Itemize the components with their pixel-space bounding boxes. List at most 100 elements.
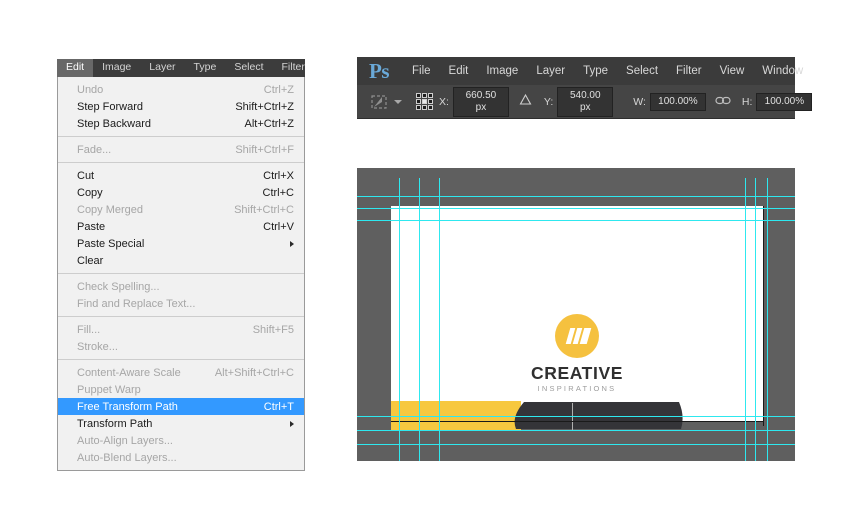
ref-tl[interactable] bbox=[416, 93, 421, 98]
menu-item-label: Fade... bbox=[77, 143, 112, 156]
menu-item-label: Step Forward bbox=[77, 100, 144, 113]
submenu-arrow-icon bbox=[290, 420, 294, 427]
menu-item-step-backward[interactable]: Step Backward Alt+Ctrl+Z bbox=[58, 115, 304, 132]
menubar-item-filter[interactable]: Filter bbox=[273, 59, 314, 77]
reference-point-grid-icon[interactable] bbox=[416, 93, 433, 110]
menu-item-shortcut: Ctrl+X bbox=[263, 169, 294, 182]
horizontal-guide[interactable] bbox=[357, 220, 795, 221]
menu-item-shortcut: Ctrl+C bbox=[262, 186, 294, 199]
menu-item-label: Auto-Blend Layers... bbox=[77, 451, 177, 464]
horizontal-guide[interactable] bbox=[357, 196, 795, 197]
menu-separator bbox=[58, 359, 304, 360]
menu-item-label: Transform Path bbox=[77, 417, 153, 430]
creative-inspirations-mark-icon bbox=[555, 314, 599, 358]
menu-item-label: Stroke... bbox=[77, 340, 118, 353]
ref-bc[interactable] bbox=[422, 105, 427, 110]
menu-item-shortcut: Ctrl+V bbox=[263, 220, 294, 233]
chain-link-icon[interactable] bbox=[715, 93, 731, 111]
ref-mr[interactable] bbox=[428, 99, 433, 104]
artboard-bottom-edge bbox=[391, 421, 764, 422]
menu-item-shortcut: Shift+Ctrl+C bbox=[234, 203, 294, 216]
menu-item-undo: Undo Ctrl+Z bbox=[58, 81, 304, 98]
ref-ml[interactable] bbox=[416, 99, 421, 104]
ps-menu-image[interactable]: Image bbox=[477, 65, 527, 77]
photoshop-menubar: Ps File Edit Image Layer Type Select Filter Vie… bbox=[357, 57, 803, 85]
menu-item-label: Fill... bbox=[77, 323, 101, 336]
ps-menu-type[interactable]: Type bbox=[574, 65, 617, 77]
menu-item-label: Copy bbox=[77, 186, 103, 199]
menu-item-stroke: Stroke... bbox=[58, 338, 304, 355]
menu-item-shortcut: Alt+Ctrl+Z bbox=[244, 117, 294, 130]
artboard[interactable]: CREATIVE INSPIRATIONS bbox=[391, 206, 763, 430]
ps-menu-edit[interactable]: Edit bbox=[440, 65, 478, 77]
menu-item-shortcut: Ctrl+Z bbox=[263, 83, 294, 96]
w-label: W: bbox=[633, 95, 646, 108]
menubar-item-select[interactable]: Select bbox=[225, 59, 272, 77]
horizontal-guide[interactable] bbox=[357, 416, 795, 417]
menu-item-puppet-warp: Puppet Warp bbox=[58, 381, 304, 398]
menu-item-label: Clear bbox=[77, 254, 104, 267]
edit-menu-panel: Edit Image Layer Type Select Filter Undo Ctrl+… bbox=[57, 59, 305, 471]
horizontal-guide[interactable] bbox=[357, 444, 795, 445]
chevron-down-icon[interactable] bbox=[394, 99, 402, 104]
ref-mc[interactable] bbox=[422, 99, 427, 104]
menu-item-label: Cut bbox=[77, 169, 95, 182]
ps-menu-filter[interactable]: Filter bbox=[667, 65, 711, 77]
menu-item-copy[interactable]: Copy Ctrl+C bbox=[58, 184, 304, 201]
ref-tr[interactable] bbox=[428, 93, 433, 98]
menu-item-label: Paste bbox=[77, 220, 106, 233]
menubar-item-layer[interactable]: Layer bbox=[140, 59, 184, 77]
menu-item-label: Find and Replace Text... bbox=[77, 297, 196, 310]
ps-menu-select[interactable]: Select bbox=[617, 65, 667, 77]
h-input[interactable]: 100.00% bbox=[756, 92, 813, 111]
menu-item-fade: Fade... Shift+Ctrl+F bbox=[58, 141, 304, 158]
ps-menu-layer[interactable]: Layer bbox=[527, 65, 574, 77]
free-transform-tool-icon[interactable] bbox=[369, 92, 389, 112]
menu-item-label: Auto-Align Layers... bbox=[77, 434, 173, 447]
menu-item-find-and-replace-text: Find and Replace Text... bbox=[58, 295, 304, 312]
menu-item-content-aware-scale: Content-Aware Scale Alt+Shift+Ctrl+C bbox=[58, 364, 304, 381]
x-input[interactable]: 660.50 px bbox=[452, 86, 509, 117]
menu-item-shortcut: Ctrl+T bbox=[263, 400, 294, 413]
menu-item-check-spelling: Check Spelling... bbox=[58, 278, 304, 295]
menubar-item-type[interactable]: Type bbox=[185, 59, 226, 77]
photoshop-options-bar: X: 660.50 px Y: 540.00 px W: 100.00% H: … bbox=[357, 85, 813, 119]
menu-item-paste-special[interactable]: Paste Special bbox=[58, 235, 304, 252]
menu-item-shortcut: Shift+F5 bbox=[252, 323, 294, 336]
submenu-arrow-icon bbox=[290, 240, 294, 247]
ps-menu-file[interactable]: File bbox=[403, 65, 440, 77]
menu-item-free-transform-path[interactable]: Free Transform Path Ctrl+T bbox=[58, 398, 304, 415]
ps-menu-view[interactable]: View bbox=[711, 65, 754, 77]
menu-item-fill: Fill... Shift+F5 bbox=[58, 321, 304, 338]
menu-item-auto-blend-layers: Auto-Blend Layers... bbox=[58, 449, 304, 466]
logo-title: CREATIVE bbox=[531, 363, 623, 383]
y-input[interactable]: 540.00 px bbox=[557, 86, 614, 117]
delta-triangle-icon[interactable] bbox=[519, 93, 532, 111]
menu-item-label: Step Backward bbox=[77, 117, 151, 130]
menu-item-clear[interactable]: Clear bbox=[58, 252, 304, 269]
menu-item-label: Puppet Warp bbox=[77, 383, 141, 396]
menubar-item-edit[interactable]: Edit bbox=[57, 59, 94, 77]
menu-item-copy-merged: Copy Merged Shift+Ctrl+C bbox=[58, 201, 304, 218]
edit-dropdown-menu[interactable]: Undo Ctrl+Z Step Forward Shift+Ctrl+Z Step B… bbox=[57, 77, 305, 471]
horizontal-guide[interactable] bbox=[357, 430, 795, 431]
menu-separator bbox=[58, 273, 304, 274]
menubar-item-image[interactable]: Image bbox=[93, 59, 140, 77]
photoshop-canvas[interactable]: CREATIVE INSPIRATIONS bbox=[357, 168, 795, 461]
menu-item-label: Copy Merged bbox=[77, 203, 144, 216]
ref-tc[interactable] bbox=[422, 93, 427, 98]
screenshot-root: Edit Image Layer Type Select Filter Undo Ctrl+… bbox=[0, 0, 850, 523]
ref-br[interactable] bbox=[428, 105, 433, 110]
menu-item-shortcut: Alt+Shift+Ctrl+C bbox=[214, 366, 294, 379]
horizontal-guide[interactable] bbox=[357, 208, 795, 209]
menu-item-step-forward[interactable]: Step Forward Shift+Ctrl+Z bbox=[58, 98, 304, 115]
menu-item-paste[interactable]: Paste Ctrl+V bbox=[58, 218, 304, 235]
menu-separator bbox=[58, 162, 304, 163]
ref-bl[interactable] bbox=[416, 105, 421, 110]
w-input[interactable]: 100.00% bbox=[649, 92, 706, 111]
ps-menu-window[interactable]: Window bbox=[753, 65, 812, 77]
menu-item-cut[interactable]: Cut Ctrl+X bbox=[58, 167, 304, 184]
menu-item-transform-path[interactable]: Transform Path bbox=[58, 415, 304, 432]
menu-item-label: Paste Special bbox=[77, 237, 145, 250]
app-menubar: Edit Image Layer Type Select Filter bbox=[57, 59, 305, 77]
